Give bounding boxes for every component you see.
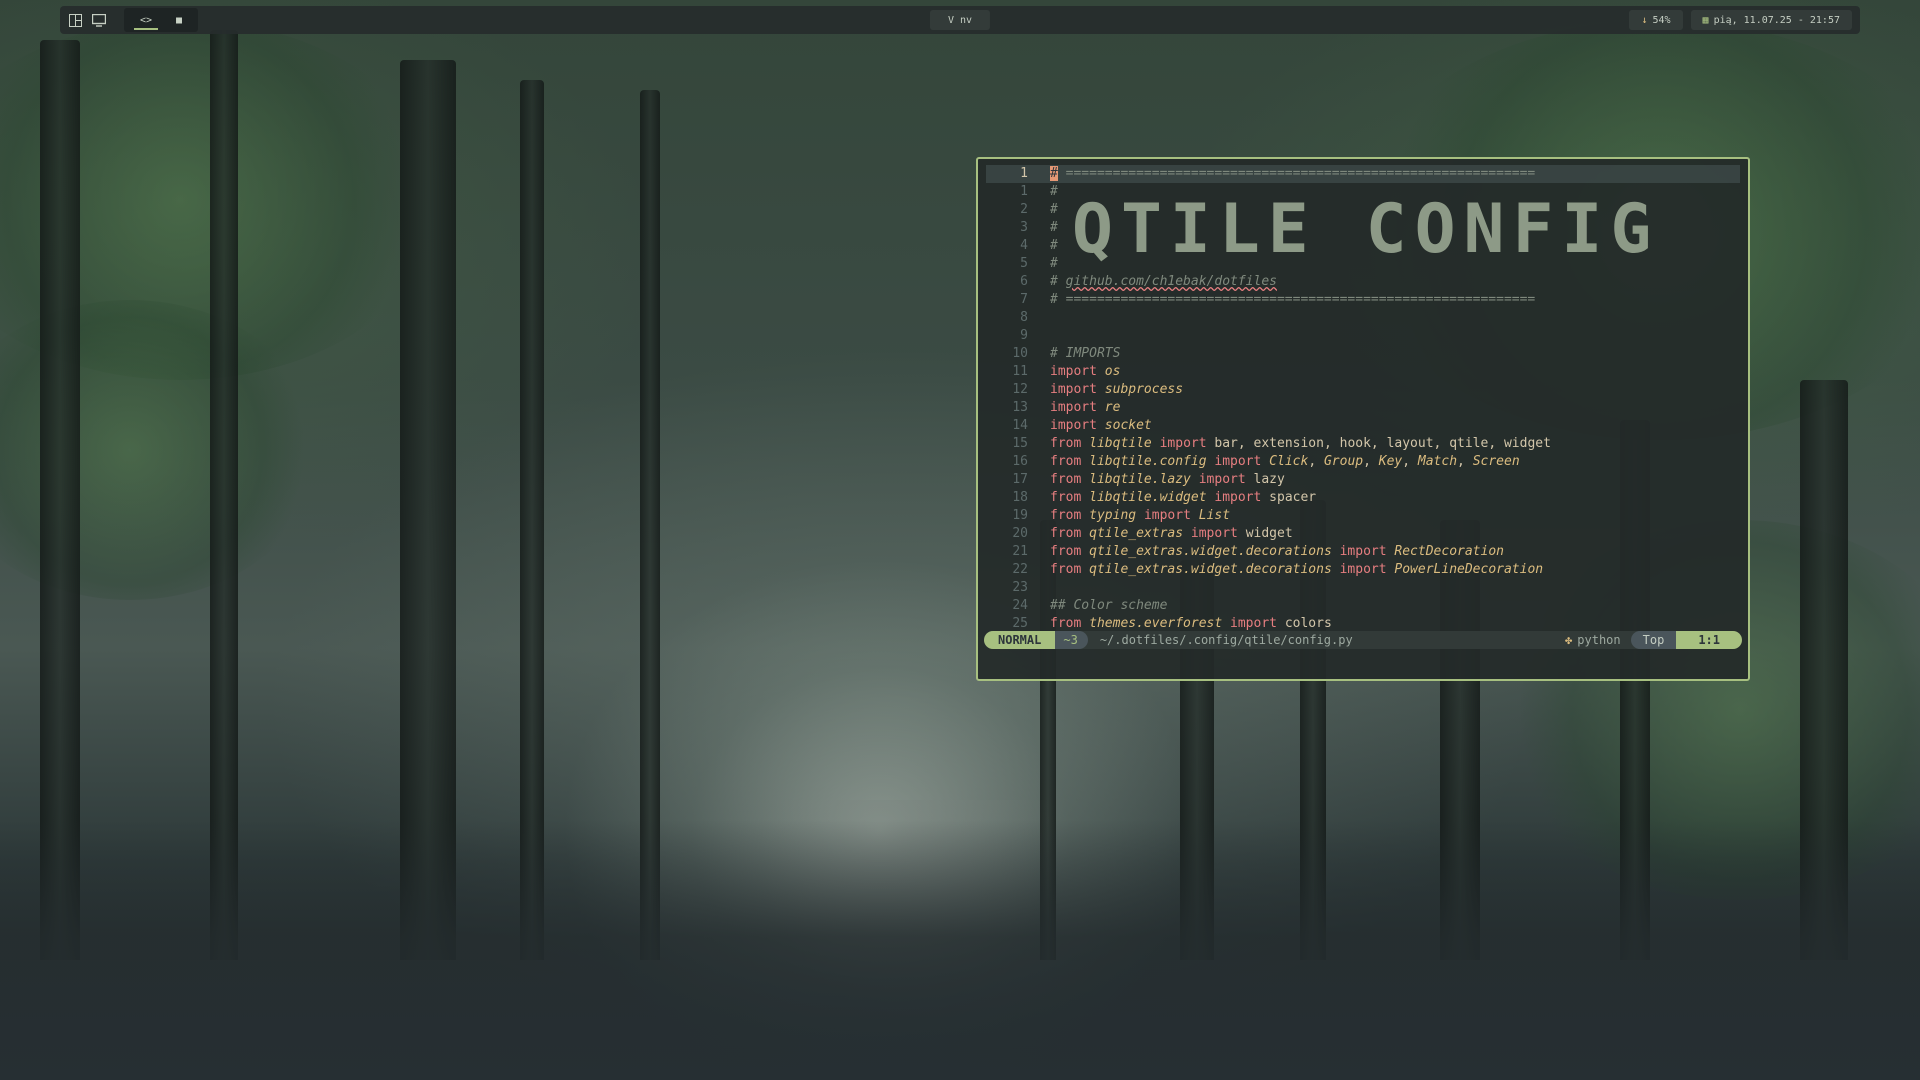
filetype-label: python [1577, 633, 1621, 647]
code-text: # [1050, 220, 1058, 235]
code-line: 21 from qtile_extras.widget.decorations i… [986, 543, 1740, 561]
code-text: import re [1050, 400, 1121, 415]
code-text: from libqtile import bar, extension, hoo… [1050, 436, 1551, 451]
code-line: 24 ## Color scheme [986, 597, 1740, 615]
camera-icon: ■ [176, 14, 183, 26]
bar-left-section: <> ■ [68, 6, 199, 34]
code-line: 14 import socket [986, 417, 1740, 435]
calendar-icon: ▦ [1702, 14, 1709, 26]
scroll-position: Top [1630, 631, 1677, 649]
code-line: 1 # =====================================… [986, 165, 1740, 183]
clock-widget[interactable]: ▦ pią, 11.07.25 - 21:57 [1690, 10, 1852, 30]
arrow-down-icon: ↓ [1641, 14, 1648, 26]
top-bar: <> ■ V nv ↓ 54% ▦ pią, 11.07.25 - 21:57 [60, 6, 1860, 34]
code-text: # [1050, 256, 1058, 271]
line-number: 16 [1012, 454, 1028, 469]
line-number: 17 [1012, 472, 1028, 487]
line-number: 2 [1020, 202, 1028, 217]
code-text: # github.com/ch1ebak/dotfiles [1050, 274, 1277, 289]
line-number: 12 [1012, 382, 1028, 397]
forest-floor [0, 820, 1920, 1080]
code-line: 15 from libqtile import bar, extension, h… [986, 435, 1740, 453]
code-line: 9 [986, 327, 1740, 345]
filetype-indicator: ✤ python [1565, 633, 1631, 647]
window-name-widget[interactable]: V nv [929, 10, 991, 30]
code-text: # ======================================… [1050, 166, 1536, 181]
line-number: 22 [1012, 562, 1028, 577]
code-text: # IMPORTS [1050, 346, 1121, 361]
code-line: 19 from typing import List [986, 507, 1740, 525]
line-number: 24 [1012, 598, 1028, 613]
line-number: 8 [1020, 310, 1028, 325]
line-number: 13 [1012, 400, 1028, 415]
code-line: 17 from libqtile.lazy import lazy [986, 471, 1740, 489]
line-number: 15 [1012, 436, 1028, 451]
code-text: from libqtile.config import Click, Group… [1050, 454, 1520, 469]
code-line: 22 from qtile_extras.widget.decorations i… [986, 561, 1740, 579]
battery-value: 54% [1652, 14, 1671, 26]
code-line: 10 # IMPORTS [986, 345, 1740, 363]
cursor-position: 1:1 [1676, 631, 1742, 649]
line-number: 3 [1020, 220, 1028, 235]
code-line: 6 # github.com/ch1ebak/dotfiles [986, 273, 1740, 291]
code-line: 13 import re [986, 399, 1740, 417]
ascii-banner: QTILE CONFIG [1072, 190, 1660, 269]
code-line: 11 import os [986, 363, 1740, 381]
line-number: 5 [1020, 256, 1028, 271]
code-line: 20 from qtile_extras import widget [986, 525, 1740, 543]
bar-right-section: ↓ 54% ▦ pią, 11.07.25 - 21:57 [1629, 10, 1852, 30]
code-text: import subprocess [1050, 382, 1184, 397]
code-text: # ======================================… [1050, 292, 1536, 307]
github-url[interactable]: github.com/ch1ebak/dotfiles [1066, 274, 1277, 289]
line-number: 10 [1012, 346, 1028, 361]
line-number: 11 [1012, 364, 1028, 379]
code-line: 8 [986, 309, 1740, 327]
code-line: 7 # =====================================… [986, 291, 1740, 309]
code-line: 23 [986, 579, 1740, 597]
code-text: from qtile_extras.widget.decorations imp… [1050, 544, 1504, 559]
code-line: 16 from libqtile.config import Click, Gro… [986, 453, 1740, 471]
code-text: from libqtile.lazy import lazy [1050, 472, 1285, 487]
line-number: 20 [1012, 526, 1028, 541]
code-line: 18 from libqtile.widget import spacer [986, 489, 1740, 507]
code-text: ## Color scheme [1050, 598, 1168, 613]
code-text: # [1050, 184, 1058, 199]
line-number: 1 [1020, 184, 1028, 199]
line-number: 4 [1020, 238, 1028, 253]
line-number: 9 [1020, 328, 1028, 343]
workspace-media[interactable]: ■ [168, 8, 190, 32]
code-text: from typing import List [1050, 508, 1231, 523]
line-number: 14 [1012, 418, 1028, 433]
code-line: 12 import subprocess [986, 381, 1740, 399]
code-text: # [1050, 202, 1058, 217]
code-text: from qtile_extras.widget.decorations imp… [1050, 562, 1544, 577]
code-text: # [1050, 238, 1058, 253]
editor-buffer[interactable]: 1 # =====================================… [986, 165, 1740, 633]
workspace-group: <> ■ [124, 8, 199, 32]
battery-widget[interactable]: ↓ 54% [1629, 10, 1683, 30]
python-icon: ✤ [1565, 633, 1573, 647]
status-line: NORMAL ~3 ~/.dotfiles/.config/qtile/conf… [984, 631, 1742, 649]
monitor-icon[interactable] [92, 13, 106, 27]
workspace-code[interactable]: <> [132, 8, 160, 32]
line-number: 19 [1012, 508, 1028, 523]
mode-indicator: NORMAL [984, 631, 1056, 649]
layout-icon[interactable] [68, 13, 82, 27]
line-number: 18 [1012, 490, 1028, 505]
git-branch: ~3 [1055, 631, 1088, 649]
line-number: 1 [1020, 166, 1028, 181]
line-number: 6 [1020, 274, 1028, 289]
line-number: 21 [1012, 544, 1028, 559]
text-cursor: # [1050, 166, 1058, 181]
terminal-window[interactable]: 1 # =====================================… [976, 157, 1750, 681]
line-number: 7 [1020, 292, 1028, 307]
code-text: from libqtile.widget import spacer [1050, 490, 1317, 505]
code-text: from qtile_extras import widget [1050, 526, 1293, 541]
code-text: import socket [1050, 418, 1152, 433]
line-number: 23 [1012, 580, 1028, 595]
code-icon: <> [140, 14, 153, 26]
file-path: ~/.dotfiles/.config/qtile/config.py [1099, 633, 1353, 647]
clock-value: pią, 11.07.25 - 21:57 [1713, 14, 1840, 26]
code-text: import os [1050, 364, 1121, 379]
